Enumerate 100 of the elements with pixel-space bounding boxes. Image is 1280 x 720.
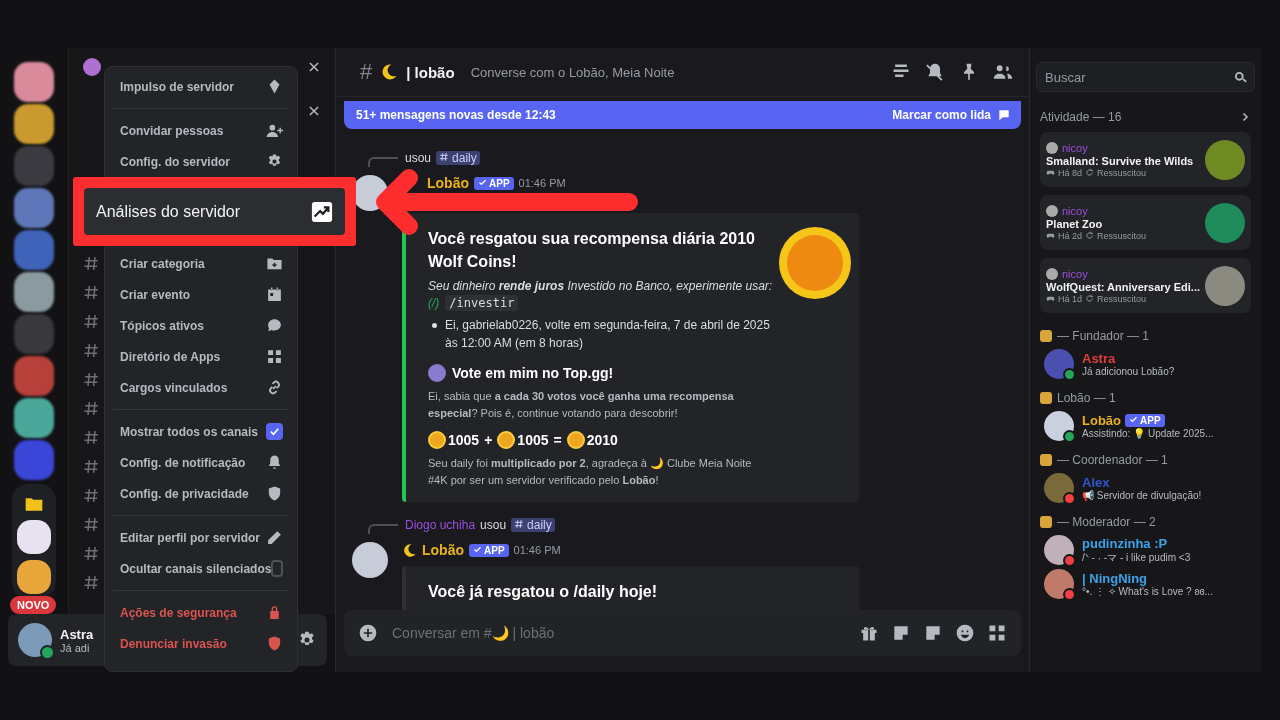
user-status: Já adi	[60, 641, 91, 654]
link-icon	[266, 379, 283, 396]
chart-icon	[311, 200, 333, 223]
close-icon[interactable]	[307, 104, 321, 118]
mark-read-link[interactable]: Marcar como lida	[892, 108, 991, 122]
reply-text: usou	[405, 151, 432, 165]
coin-amount: 1005	[517, 432, 549, 449]
server-icon[interactable]	[14, 398, 54, 438]
menu-item[interactable]: Config. de privacidade	[113, 478, 289, 509]
app-badge: APP	[1125, 414, 1165, 427]
menu-item[interactable]: Tópicos ativos	[113, 310, 289, 341]
menu-item[interactable]: Cargos vinculados	[113, 372, 289, 403]
person-plus-icon	[266, 122, 283, 139]
hash-icon	[83, 487, 100, 504]
embed-small-text: Seu daily foi multiplicado por 2, agradeça à 🌙 Clube Meia Noite #4K por ser um servidor verificado pelo Lobão!	[428, 456, 753, 488]
operator: =	[552, 432, 563, 449]
menu-item[interactable]: Criar categoria	[113, 248, 289, 279]
search-bar[interactable]: Buscar	[1036, 62, 1255, 92]
checkbox[interactable]	[271, 560, 283, 577]
hash-icon	[83, 458, 100, 475]
server-icon[interactable]	[17, 560, 51, 594]
activity-card[interactable]: nicoy WolfQuest: Anniversary Edi... Há 1d Ressuscitou	[1040, 258, 1251, 313]
activity-status: Ressuscitou	[1097, 230, 1147, 241]
hash-icon	[83, 545, 100, 562]
member-name: Alex	[1082, 475, 1110, 490]
member-item[interactable]: | NingNing °•. ⋮ ✧ What's is Love ? ʚɞ...	[1040, 567, 1251, 601]
checkbox[interactable]	[266, 423, 283, 440]
reply-username[interactable]: Diogo uchiha	[405, 518, 476, 533]
menu-item[interactable]: Denunciar invasão	[113, 628, 289, 659]
message-composer[interactable]: Conversar em #🌙 | lobão	[344, 610, 1021, 656]
role-heading: — Moderador — 2	[1057, 515, 1156, 529]
new-messages-banner[interactable]: 51+ mensagens novas desde 12:43 Marcar como lida	[344, 101, 1021, 129]
hash-icon	[83, 313, 100, 330]
menu-item[interactable]: Convidar pessoas	[113, 115, 289, 146]
coin-icon	[428, 431, 446, 450]
role-heading: — Coordenador — 1	[1057, 453, 1168, 467]
author-name[interactable]: Lobão	[427, 175, 469, 191]
server-icon[interactable]	[14, 104, 54, 144]
moon-icon	[380, 63, 399, 81]
new-badge: NOVO	[10, 596, 57, 614]
smile-icon[interactable]	[955, 623, 975, 643]
menu-item[interactable]: Análises do servidor	[84, 188, 345, 235]
grid-icon[interactable]	[987, 623, 1007, 643]
menu-item[interactable]: Criar evento	[113, 279, 289, 310]
reply-connector	[368, 157, 398, 167]
author-name[interactable]: Lobão	[422, 542, 464, 559]
role-icon	[1040, 454, 1052, 466]
member-item[interactable]: pudinzinha :P /ᐠ - ˕ -マ - i like pudim <3	[1040, 533, 1251, 567]
activity-user: nicoy	[1062, 204, 1088, 217]
menu-item[interactable]: Mostrar todos os canais	[113, 416, 289, 447]
menu-item[interactable]: Diretório de Apps	[113, 341, 289, 372]
role-icon	[1040, 392, 1052, 404]
menu-item[interactable]: Ações de segurança	[113, 597, 289, 628]
user-avatar	[1046, 204, 1058, 217]
activity-status: Ressuscitou	[1097, 167, 1147, 178]
server-icon[interactable]	[14, 62, 54, 102]
command-chip[interactable]: daily	[511, 518, 555, 533]
activity-time: Há 1d	[1058, 293, 1083, 304]
menu-item[interactable]: Editar perfil por servidor	[113, 522, 289, 553]
gamepad-icon	[1046, 231, 1055, 240]
mark-read-icon[interactable]	[997, 108, 1011, 122]
search-field[interactable]: Buscar	[1043, 68, 1233, 86]
member-item[interactable]: Lobão APP Assistindo: 💡 Update 2025...	[1040, 409, 1251, 443]
embed-bullet-text: Ei, gabrielab0226, volte em segunda-feira, 7 de abril de 2025 às 12:00 AM (em 8 horas)	[445, 317, 771, 352]
search-icon	[1233, 69, 1248, 85]
close-icon[interactable]	[307, 60, 321, 74]
gamepad-icon	[1046, 168, 1055, 177]
sticker-icon[interactable]	[923, 623, 943, 643]
command-chip[interactable]: daily	[436, 151, 480, 165]
reply-text: usou	[480, 518, 507, 533]
menu-item[interactable]: Config. de notificação	[113, 447, 289, 478]
message-input[interactable]: Conversar em #🌙 | lobão	[390, 624, 847, 642]
activity-status: Ressuscitou	[1097, 293, 1147, 304]
bell-slash-icon[interactable]	[925, 62, 945, 82]
member-name: | NingNing	[1082, 571, 1147, 586]
activity-card[interactable]: nicoy Planet Zoo Há 2d Ressuscitou	[1040, 195, 1251, 250]
menu-item[interactable]: Impulso de servidor	[113, 71, 289, 102]
checkmark-icon	[268, 425, 281, 438]
server-folder[interactable]	[12, 484, 56, 598]
server-icon[interactable]	[14, 272, 54, 312]
bot-avatar[interactable]	[352, 542, 388, 579]
member-item[interactable]: Alex 📢 Servidor de divulgação!	[1040, 471, 1251, 505]
member-item[interactable]: Astra Já adicionou Lobão?	[1040, 347, 1251, 381]
channel-name: | lobão	[406, 63, 455, 81]
role-icon	[1040, 330, 1052, 342]
member-name: Astra	[1082, 351, 1116, 366]
server-icon[interactable]	[17, 520, 51, 554]
menu-item[interactable]: Config. do servidor	[113, 146, 289, 177]
user-avatar	[1046, 267, 1058, 280]
activity-card[interactable]: nicoy Smalland: Survive the Wilds Há 8d Ressuscitou	[1040, 132, 1251, 187]
sticker-icon[interactable]	[891, 623, 911, 643]
embed-note: Seu dinheiro rende juros Investido no Banco, experimente usar:	[428, 279, 773, 294]
channel-topic: Converse com o Lobão, Meia Noite	[470, 64, 675, 80]
menu-item[interactable]: Ocultar canais silenciados	[113, 553, 289, 584]
refresh-icon	[1085, 231, 1095, 240]
reply-connector	[368, 524, 398, 535]
game-title: Smalland: Survive the Wilds	[1046, 154, 1195, 167]
role-heading: Lobão — 1	[1057, 391, 1116, 405]
people-icon[interactable]	[993, 62, 1013, 82]
command-code[interactable]: /investir	[445, 295, 519, 312]
